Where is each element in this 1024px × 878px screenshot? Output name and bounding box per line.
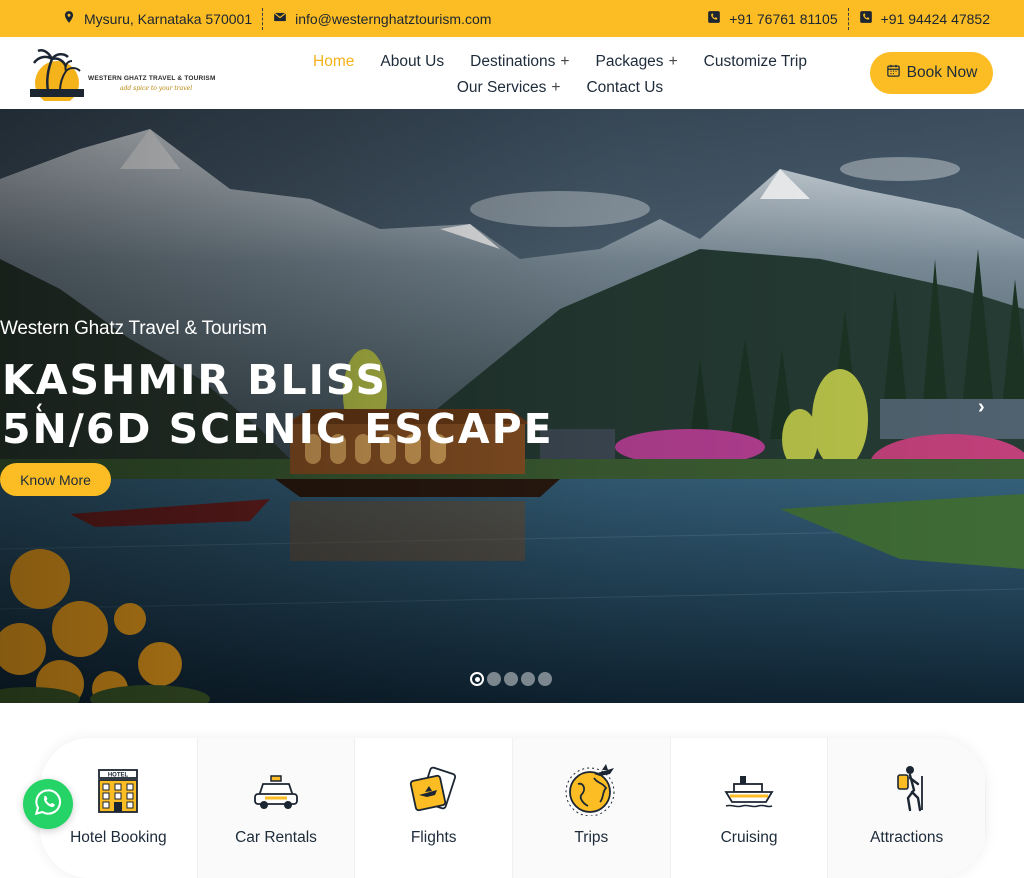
nav-item-about-us[interactable]: About Us bbox=[380, 53, 444, 71]
plus-icon: + bbox=[551, 79, 561, 96]
palm-sun-logo-icon bbox=[30, 49, 84, 105]
location-pin-icon bbox=[62, 10, 76, 27]
service-trips[interactable]: Trips bbox=[513, 738, 671, 878]
phone2-link[interactable]: +91 94424 47852 bbox=[859, 10, 990, 27]
slide-dot-3[interactable] bbox=[504, 672, 518, 686]
prev-slide-arrow-icon[interactable]: ‹ bbox=[36, 396, 43, 419]
service-attractions[interactable]: Attractions bbox=[828, 738, 986, 878]
service-car-rentals[interactable]: Car Rentals bbox=[197, 738, 356, 878]
nav-label: Packages bbox=[595, 53, 664, 70]
slide-dot-5[interactable] bbox=[538, 672, 552, 686]
nav-item-our-services[interactable]: Our Services + bbox=[457, 79, 561, 97]
nav-row-2: Our Services + Contact Us bbox=[300, 75, 820, 101]
know-more-button[interactable]: Know More bbox=[0, 463, 111, 496]
svg-text:HOTEL: HOTEL bbox=[108, 773, 129, 779]
contact-left: Mysuru, Karnataka 570001 info@westerngha… bbox=[62, 7, 491, 30]
slide-dot-2[interactable] bbox=[487, 672, 501, 686]
calendar-icon bbox=[886, 63, 901, 83]
logo-tagline: add spice to your travel bbox=[120, 85, 193, 92]
whatsapp-icon bbox=[34, 788, 62, 821]
services-strip: HOTEL Hotel Booking Car Rentals Flights … bbox=[40, 738, 986, 878]
service-label: Attractions bbox=[870, 829, 944, 846]
nav-item-contact-us[interactable]: Contact Us bbox=[586, 79, 663, 97]
globe-plane-icon bbox=[564, 762, 618, 821]
nav-label: Destinations bbox=[470, 53, 556, 70]
envelope-icon bbox=[273, 10, 287, 27]
top-contact-bar: Mysuru, Karnataka 570001 info@westerngha… bbox=[0, 0, 1024, 37]
ship-icon bbox=[722, 762, 776, 821]
book-now-button[interactable]: Book Now bbox=[870, 52, 993, 94]
next-slide-arrow-icon[interactable]: › bbox=[978, 396, 985, 419]
nav-item-packages[interactable]: Packages + bbox=[595, 53, 677, 71]
phone1-text[interactable]: +91 76761 81105 bbox=[729, 11, 837, 27]
service-flights[interactable]: Flights bbox=[355, 738, 514, 878]
email-text[interactable]: info@westernghatztourism.com bbox=[295, 11, 491, 27]
hero-title: KASHMIR BLISS 5N/6D SCENIC ESCAPE bbox=[2, 356, 554, 454]
nav-row-1: Home About Us Destinations + Packages + Cu… bbox=[300, 49, 820, 75]
nav-label: Our Services bbox=[456, 79, 547, 96]
phone-icon bbox=[859, 10, 873, 27]
plus-icon: + bbox=[560, 53, 570, 70]
whatsapp-chat-button[interactable] bbox=[23, 779, 73, 829]
divider bbox=[847, 7, 849, 30]
service-label: Hotel Booking bbox=[70, 829, 167, 846]
taxi-icon bbox=[249, 762, 303, 821]
hero-title-line-1: KASHMIR BLISS bbox=[2, 356, 388, 404]
contact-right: +91 76761 81105 +91 94424 47852 bbox=[707, 7, 990, 30]
address-text: Mysuru, Karnataka 570001 bbox=[84, 10, 253, 27]
address-item: Mysuru, Karnataka 570001 bbox=[62, 10, 252, 27]
hotel-icon: HOTEL bbox=[91, 762, 145, 821]
hero-slider: Western Ghatz Travel & Tourism KASHMIR B… bbox=[0, 109, 1024, 703]
book-now-label: Book Now bbox=[906, 64, 978, 81]
phone1-link[interactable]: +91 76761 81105 bbox=[707, 10, 838, 27]
logo-brand-text: WESTERN GHATZ TRAVEL & TOURISM bbox=[88, 75, 216, 82]
nav-label: Customize Trip bbox=[703, 53, 807, 70]
hero-title-line-2: 5N/6D SCENIC ESCAPE bbox=[2, 405, 554, 453]
site-logo[interactable]: WESTERN GHATZ TRAVEL & TOURISM add spice… bbox=[26, 45, 226, 105]
plane-ticket-icon bbox=[407, 762, 461, 821]
main-navigation: Home About Us Destinations + Packages + Cu… bbox=[300, 49, 820, 101]
divider bbox=[262, 7, 264, 30]
service-label: Flights bbox=[410, 829, 457, 846]
nav-item-home[interactable]: Home bbox=[313, 53, 354, 71]
slide-dot-4[interactable] bbox=[521, 672, 535, 686]
service-cruising[interactable]: Cruising bbox=[671, 738, 829, 878]
phone-icon bbox=[707, 10, 721, 27]
plus-icon: + bbox=[668, 53, 678, 70]
nav-label: About Us bbox=[380, 53, 445, 70]
nav-label: Home bbox=[313, 53, 355, 70]
slider-pagination bbox=[470, 672, 552, 686]
slide-dot-1[interactable] bbox=[470, 672, 484, 686]
service-label: Car Rentals bbox=[235, 829, 317, 846]
email-link[interactable]: info@westernghatztourism.com bbox=[273, 10, 491, 27]
nav-item-destinations[interactable]: Destinations + bbox=[470, 53, 569, 71]
service-label: Trips bbox=[574, 829, 609, 846]
site-header: WESTERN GHATZ TRAVEL & TOURISM add spice… bbox=[0, 37, 1024, 109]
hero-subtitle: Western Ghatz Travel & Tourism bbox=[0, 318, 267, 339]
nav-label: Contact Us bbox=[586, 79, 664, 96]
phone2-text[interactable]: +91 94424 47852 bbox=[881, 11, 990, 27]
hiker-icon bbox=[880, 762, 934, 821]
service-label: Cruising bbox=[720, 829, 778, 846]
nav-item-customize-trip[interactable]: Customize Trip bbox=[704, 53, 807, 71]
